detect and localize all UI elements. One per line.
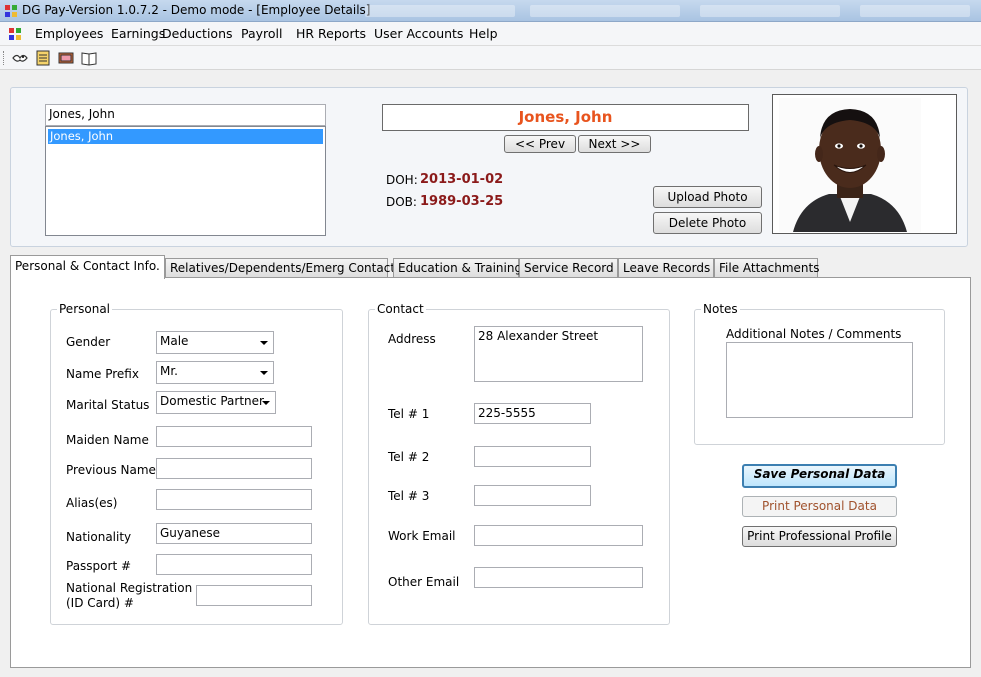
contact-group-label: Contact [375, 302, 426, 316]
menu-deductions[interactable]: Deductions [162, 26, 233, 41]
bird-icon[interactable] [11, 49, 29, 67]
window-title: DG Pay-Version 1.0.7.2 - Demo mode - [Em… [22, 3, 371, 17]
marital-status-value: Domestic Partner [160, 394, 264, 408]
print-professional-profile-button[interactable]: Print Professional Profile [742, 526, 897, 547]
national-registration-input[interactable] [196, 585, 312, 606]
tel2-label: Tel # 2 [388, 450, 430, 464]
menu-payroll[interactable]: Payroll [241, 26, 283, 41]
tel3-label: Tel # 3 [388, 489, 430, 503]
menu-earnings[interactable]: Earnings [111, 26, 165, 41]
gender-select[interactable]: Male [156, 331, 274, 354]
employee-photo [779, 98, 921, 232]
alias-input[interactable] [156, 489, 312, 510]
chevron-down-icon[interactable] [262, 401, 270, 405]
employee-name-display: Jones, John [382, 104, 749, 131]
employee-listbox[interactable]: Jones, John [45, 126, 326, 236]
previous-name-input[interactable] [156, 458, 312, 479]
other-email-input[interactable] [474, 567, 643, 588]
employee-list-item[interactable]: Jones, John [48, 129, 323, 144]
chevron-down-icon[interactable] [260, 341, 268, 345]
doh-label: DOH: [386, 173, 418, 187]
gender-label: Gender [66, 335, 111, 349]
marital-status-select[interactable]: Domestic Partner [156, 391, 276, 414]
delete-photo-button[interactable]: Delete Photo [653, 212, 762, 234]
notes-group-label: Notes [701, 302, 740, 316]
doh-value: 2013-01-02 [420, 172, 504, 187]
chevron-down-icon[interactable] [260, 371, 268, 375]
book-icon[interactable] [80, 49, 98, 67]
name-prefix-select[interactable]: Mr. [156, 361, 274, 384]
previous-name-label: Previous Name [66, 463, 156, 477]
toolbar-grip[interactable] [3, 51, 6, 65]
tab-personal-contact[interactable]: Personal & Contact Info. [10, 255, 165, 279]
gender-value: Male [160, 334, 189, 348]
address-input[interactable]: 28 Alexander Street [474, 326, 643, 382]
dob-value: 1989-03-25 [420, 194, 504, 209]
menu-help[interactable]: Help [469, 26, 498, 41]
menu-bar: Employees Earnings Deductions Payroll HR… [0, 22, 981, 46]
employee-photo-frame [772, 94, 957, 234]
passport-label: Passport # [66, 559, 132, 573]
national-registration-label: National Registration [66, 581, 193, 595]
nationality-input[interactable]: Guyanese [156, 523, 312, 544]
tab-leave-records[interactable]: Leave Records [618, 258, 714, 278]
tab-relatives[interactable]: Relatives/Dependents/Emerg Contact [165, 258, 395, 278]
save-personal-data-button[interactable]: Save Personal Data [742, 464, 897, 488]
additional-notes-textarea[interactable] [726, 342, 913, 418]
upload-photo-button[interactable]: Upload Photo [653, 186, 762, 208]
mdi-window-icon[interactable] [8, 27, 22, 41]
menu-employees[interactable]: Employees [35, 26, 103, 41]
work-email-input[interactable] [474, 525, 643, 546]
maiden-name-input[interactable] [156, 426, 312, 447]
address-label: Address [388, 332, 436, 346]
tel1-input[interactable]: 225-5555 [474, 403, 591, 424]
tab-education[interactable]: Education & Training [393, 258, 522, 278]
prev-button[interactable]: << Prev [504, 135, 576, 153]
work-email-label: Work Email [388, 529, 456, 543]
maiden-name-label: Maiden Name [66, 433, 149, 447]
id-card-label: (ID Card) # [66, 596, 134, 610]
other-email-label: Other Email [388, 575, 460, 589]
tab-panel-personal-contact: Personal Gender Male Name Prefix Mr. Mar… [10, 277, 971, 668]
dob-label: DOB: [386, 195, 417, 209]
name-prefix-value: Mr. [160, 364, 178, 378]
next-button[interactable]: Next >> [578, 135, 651, 153]
employee-search-input[interactable]: Jones, John [45, 104, 326, 126]
toolbar [0, 46, 981, 70]
marital-status-label: Marital Status [66, 398, 150, 412]
name-prefix-label: Name Prefix [66, 367, 139, 381]
title-bar: DG Pay-Version 1.0.7.2 - Demo mode - [Em… [0, 0, 981, 22]
personal-group-label: Personal [57, 302, 113, 316]
printer-icon[interactable] [34, 49, 52, 67]
app-icon [5, 5, 17, 17]
tel2-input[interactable] [474, 446, 591, 467]
tab-service-record[interactable]: Service Record [519, 258, 618, 278]
passport-input[interactable] [156, 554, 312, 575]
money-icon[interactable] [57, 49, 75, 67]
tab-file-attachments[interactable]: File Attachments [714, 258, 820, 278]
additional-notes-label: Additional Notes / Comments [726, 327, 902, 341]
menu-hr-reports[interactable]: HR Reports [296, 26, 366, 41]
menu-user-accounts[interactable]: User Accounts [374, 26, 463, 41]
tel3-input[interactable] [474, 485, 591, 506]
print-personal-data-button[interactable]: Print Personal Data [742, 496, 897, 517]
alias-label: Alias(es) [66, 496, 118, 510]
tel1-label: Tel # 1 [388, 407, 430, 421]
nationality-label: Nationality [66, 530, 132, 544]
